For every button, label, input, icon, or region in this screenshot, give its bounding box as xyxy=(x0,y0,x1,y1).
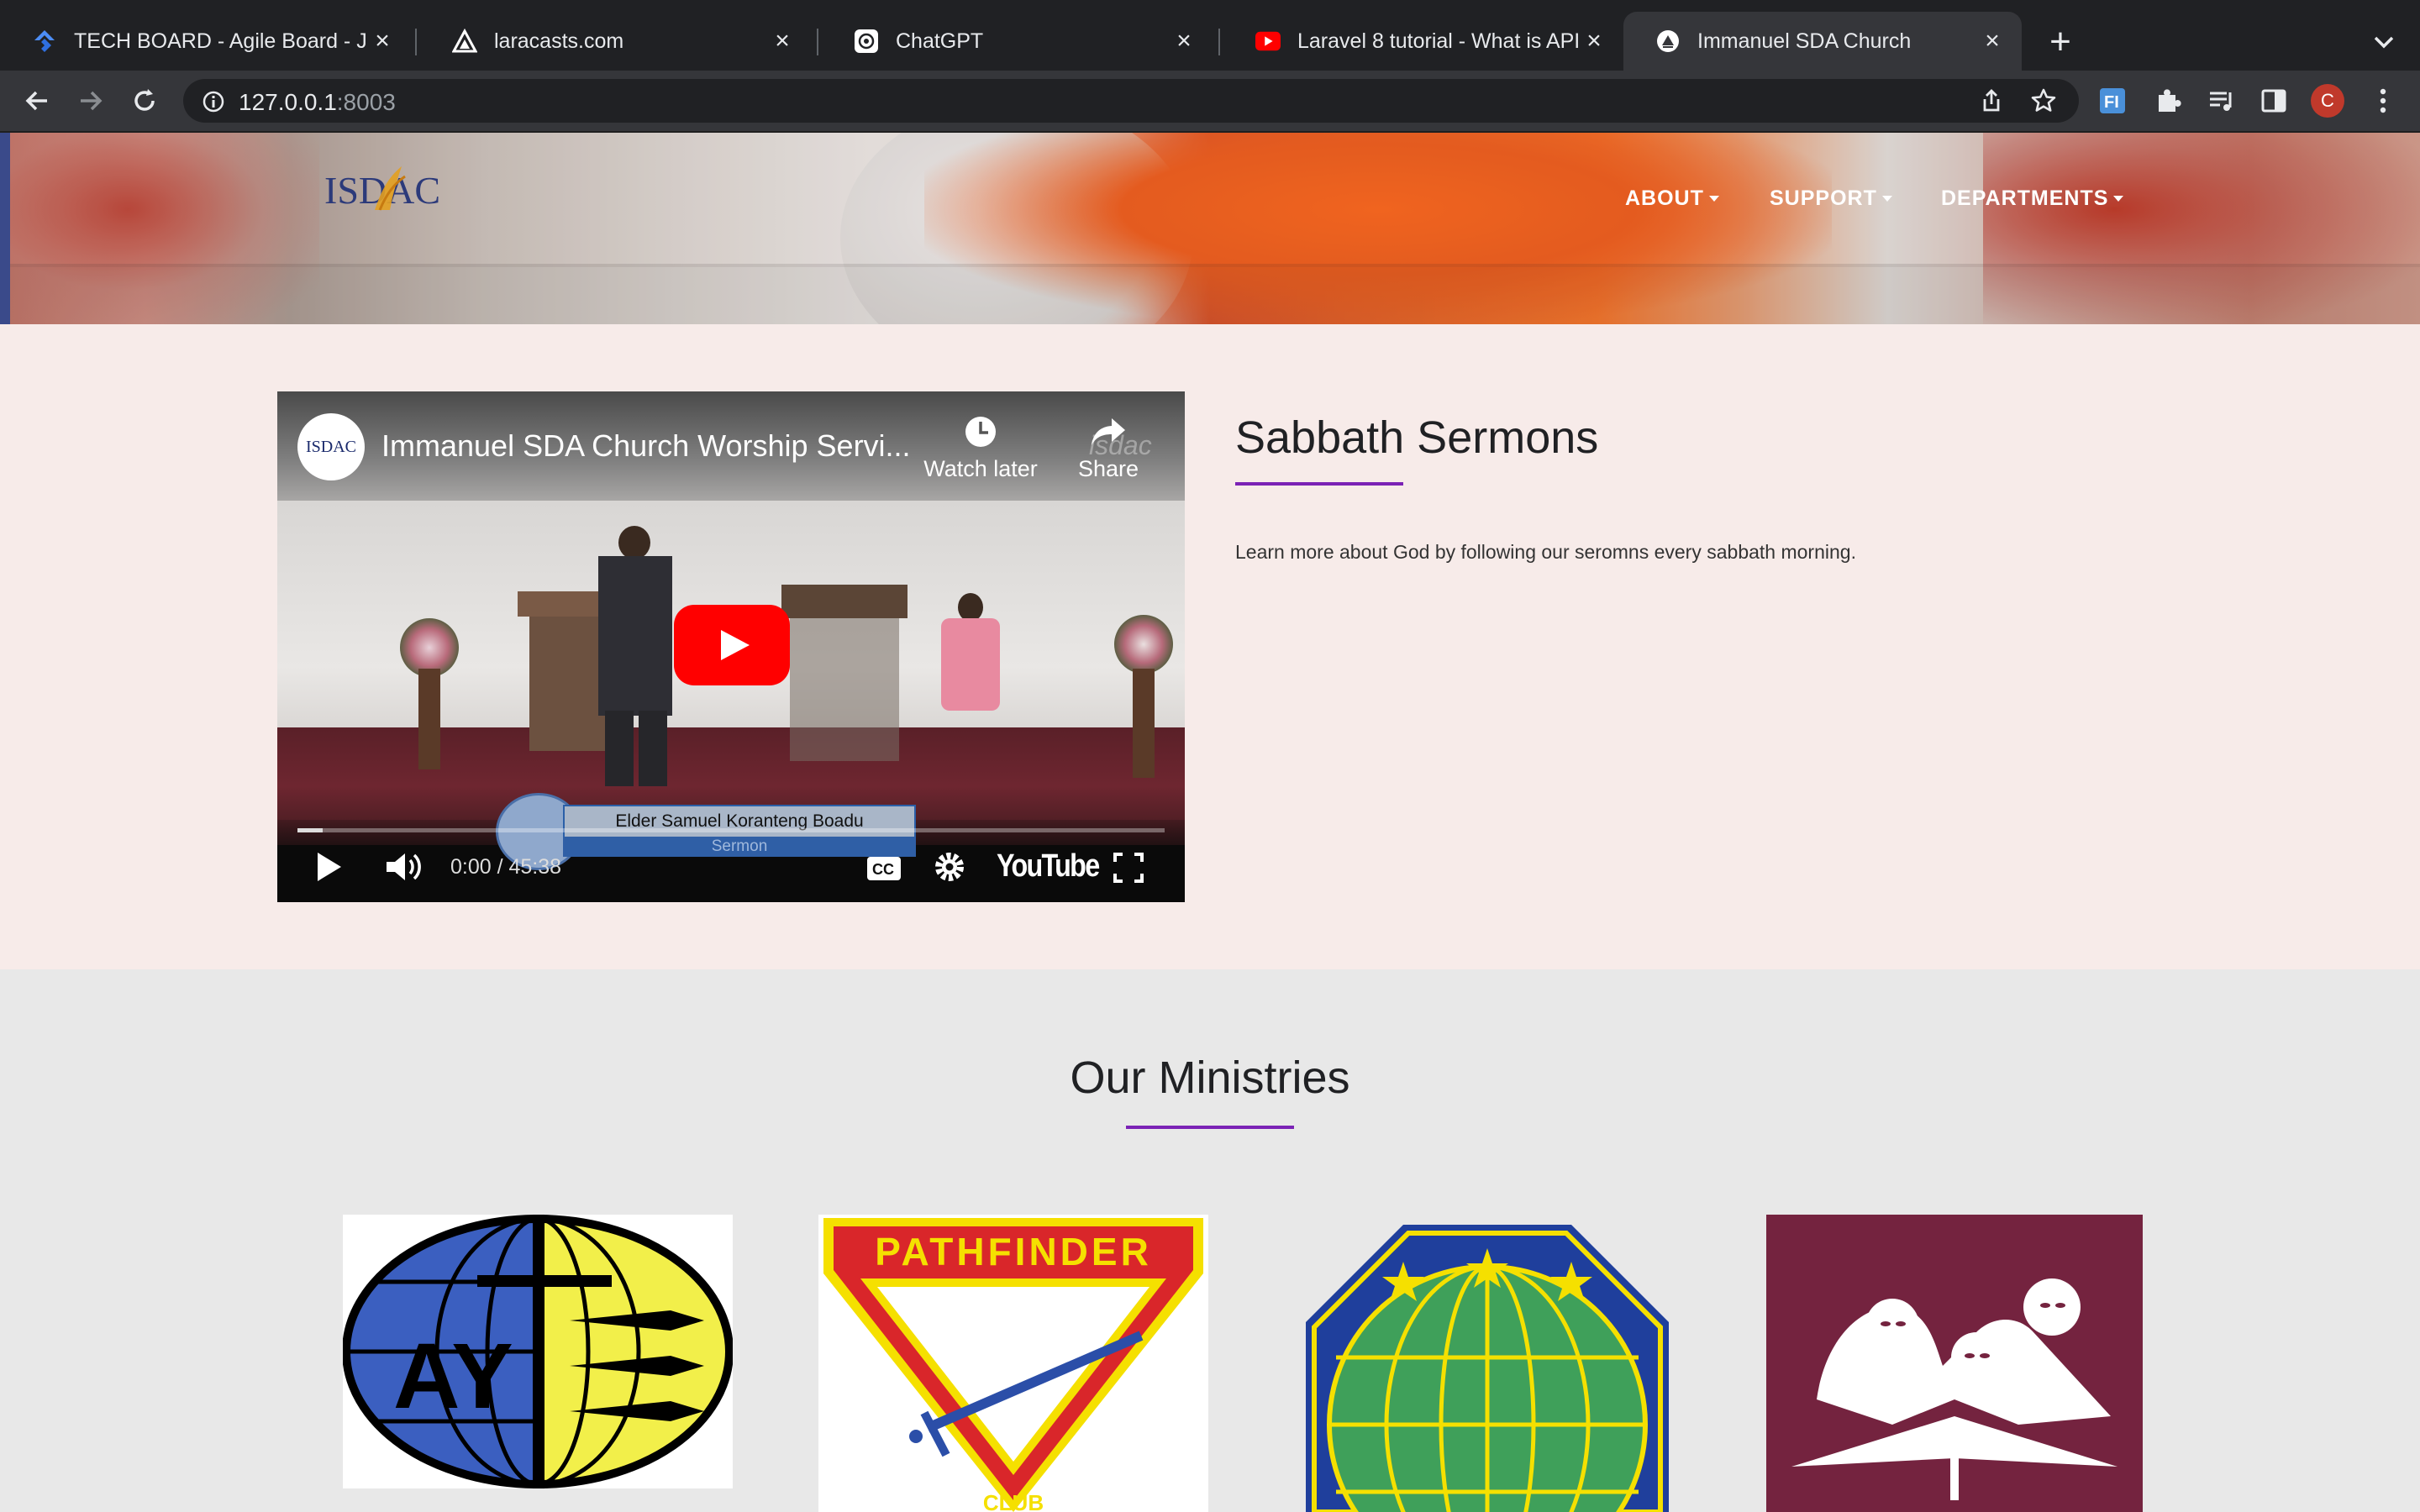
clock-icon xyxy=(965,417,996,447)
menu-kebab-icon[interactable] xyxy=(2365,82,2402,119)
nav-about[interactable]: ABOUT xyxy=(1625,186,1719,211)
tab-laravel-tutorial[interactable]: Laravel 8 tutorial - What is API × xyxy=(1223,12,1623,71)
ministry-globe-card[interactable] xyxy=(1302,1215,1672,1512)
ay-logo: AY xyxy=(343,1215,733,1488)
nav-support[interactable]: SUPPORT xyxy=(1770,186,1892,211)
channel-avatar[interactable]: ISDAC xyxy=(297,413,365,480)
fullscreen-icon xyxy=(1113,853,1144,883)
browser-toolbar: 127.0.0.1:8003 FI C xyxy=(0,71,2420,133)
tab-immanuel-sda-church[interactable]: Immanuel SDA Church × xyxy=(1623,12,2022,71)
fi-extension-icon[interactable]: FI xyxy=(2094,82,2131,119)
sda-church-icon xyxy=(1655,29,1681,54)
video-title[interactable]: Immanuel SDA Church Worship Servi... xyxy=(381,428,911,464)
play-icon xyxy=(318,853,341,881)
fullscreen-button[interactable] xyxy=(1113,852,1144,888)
svg-text:FI: FI xyxy=(2104,93,2119,112)
svg-text:AY: AY xyxy=(393,1325,513,1428)
video-time: 0:00 / 45:38 xyxy=(450,855,562,879)
play-button[interactable] xyxy=(314,850,345,888)
forward-button[interactable] xyxy=(72,82,109,119)
caret-down-icon xyxy=(1708,196,1719,202)
profile-avatar[interactable]: C xyxy=(2309,82,2346,119)
volume-button[interactable] xyxy=(385,850,424,888)
video-watermark: isdac xyxy=(1089,430,1152,460)
sermons-heading-underline xyxy=(1235,482,1403,486)
youtube-icon xyxy=(1255,29,1281,54)
extensions-puzzle-icon[interactable] xyxy=(2149,82,2186,119)
ministries-heading-underline xyxy=(1126,1126,1294,1129)
media-playlist-icon[interactable] xyxy=(2203,82,2240,119)
jira-icon xyxy=(32,29,57,54)
youtube-video-embed[interactable]: ISDAC Immanuel SDA Church Worship Servi.… xyxy=(277,391,1185,902)
pathfinder-logo: PATHFINDER CLUB xyxy=(823,1218,1203,1512)
close-tab-icon[interactable]: × xyxy=(770,29,795,54)
womens-ministries-logo xyxy=(1791,1278,2118,1500)
address-bar[interactable]: 127.0.0.1:8003 xyxy=(183,79,2079,123)
ministry-womens-card[interactable] xyxy=(1766,1215,2143,1512)
reload-icon xyxy=(134,89,155,111)
site-logo[interactable]: ISDAC xyxy=(324,160,447,218)
close-tab-icon[interactable]: × xyxy=(370,29,395,54)
video-progress-bar[interactable] xyxy=(297,828,1165,832)
close-tab-icon[interactable]: × xyxy=(1581,29,1607,54)
sermons-description: Learn more about God by following our se… xyxy=(1235,541,1856,563)
url-text: 127.0.0.1:8003 xyxy=(239,89,396,115)
site-info-icon[interactable] xyxy=(202,90,225,118)
svg-text:CC: CC xyxy=(872,861,894,878)
captions-button[interactable]: CC xyxy=(865,853,902,886)
close-tab-icon[interactable]: × xyxy=(1171,29,1197,54)
watch-later-button[interactable]: Watch later xyxy=(909,413,1052,482)
settings-button[interactable] xyxy=(933,850,966,888)
caret-down-icon xyxy=(2113,196,2124,202)
globe-logo xyxy=(1306,1225,1669,1512)
bookmark-star-icon[interactable] xyxy=(2030,87,2057,118)
tab-chatgpt[interactable]: ChatGPT × xyxy=(822,12,1213,71)
svg-text:CLUB: CLUB xyxy=(983,1490,1044,1512)
share-icon[interactable] xyxy=(1978,87,2005,118)
chatgpt-icon xyxy=(854,29,879,54)
arrow-left-icon xyxy=(25,91,47,111)
back-button[interactable] xyxy=(18,82,55,119)
caret-down-icon xyxy=(1881,196,1892,202)
nav-departments[interactable]: DEPARTMENTS xyxy=(1941,186,2124,211)
arrow-right-icon xyxy=(81,91,103,111)
ministry-pathfinder-card[interactable]: PATHFINDER CLUB xyxy=(818,1215,1208,1512)
tab-laracasts[interactable]: laracasts.com × xyxy=(420,12,812,71)
sermons-heading: Sabbath Sermons xyxy=(1235,412,1599,463)
close-tab-icon[interactable]: × xyxy=(1980,29,2005,54)
tab-tech-board[interactable]: TECH BOARD - Agile Board - J × xyxy=(0,12,412,71)
cc-icon: CC xyxy=(867,857,901,880)
gear-icon xyxy=(935,853,964,881)
tab-search-chevron-icon[interactable] xyxy=(2370,25,2398,59)
reload-button[interactable] xyxy=(126,82,163,119)
laracasts-icon xyxy=(452,29,477,54)
side-panel-icon[interactable] xyxy=(2255,82,2292,119)
volume-icon xyxy=(387,853,421,880)
svg-text:PATHFINDER: PATHFINDER xyxy=(875,1230,1152,1273)
ministry-ay-card[interactable]: AY xyxy=(343,1215,733,1488)
youtube-logo[interactable]: YouTube xyxy=(997,848,1100,885)
browser-tab-bar: TECH BOARD - Agile Board - J × laracasts… xyxy=(0,0,2420,71)
ministries-heading: Our Ministries xyxy=(1070,1053,1350,1103)
new-tab-button[interactable]: + xyxy=(2044,24,2077,60)
play-large-button[interactable] xyxy=(674,605,790,685)
